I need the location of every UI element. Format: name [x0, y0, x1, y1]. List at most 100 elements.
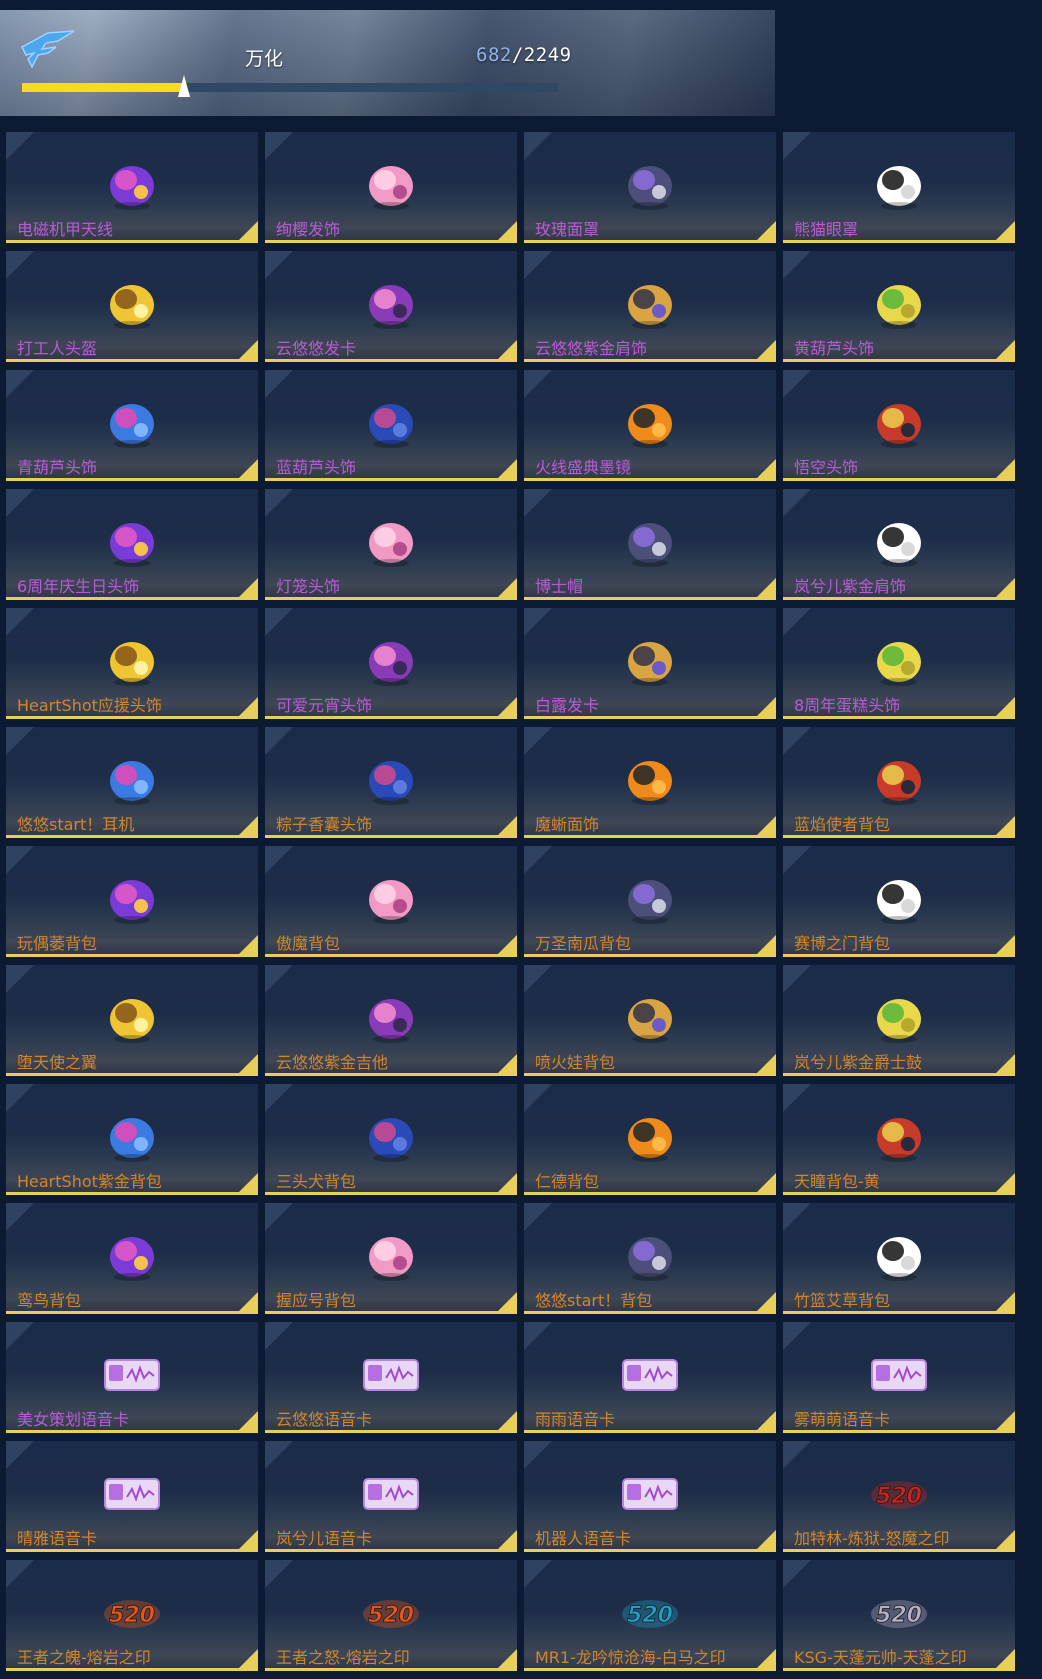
item-card[interactable]: 520 加特林-炼狱-怒魔之印: [783, 1441, 1015, 1552]
item-card[interactable]: 岚兮儿紫金肩饰: [783, 489, 1015, 600]
item-card[interactable]: 520 MR1-龙吟惊沧海-白马之印: [524, 1560, 776, 1671]
item-card[interactable]: 博士帽: [524, 489, 776, 600]
card-bottom-stripe: [265, 478, 517, 481]
item-card[interactable]: 8周年蛋糕头饰: [783, 608, 1015, 719]
item-card[interactable]: 喷火娃背包: [524, 965, 776, 1076]
item-label: 绚樱发饰: [276, 220, 341, 239]
card-bottom-stripe: [783, 359, 1015, 362]
card-bottom-stripe: [6, 597, 258, 600]
item-card[interactable]: 熊猫眼罩: [783, 132, 1015, 243]
item-card[interactable]: 蓝葫芦头饰: [265, 370, 517, 481]
item-card[interactable]: 岚兮儿紫金爵士鼓: [783, 965, 1015, 1076]
card-corner-accent: [236, 697, 258, 719]
item-card[interactable]: 绚樱发饰: [265, 132, 517, 243]
item-card[interactable]: 灯笼头饰: [265, 489, 517, 600]
item-card[interactable]: 岚兮儿语音卡: [265, 1441, 517, 1552]
item-card[interactable]: HeartShot应援头饰: [6, 608, 258, 719]
item-card[interactable]: 火线盛典墨镜: [524, 370, 776, 481]
item-card[interactable]: HeartShot紫金背包: [6, 1084, 258, 1195]
svg-text:520: 520: [109, 1603, 155, 1628]
card-bottom-stripe: [524, 716, 776, 719]
item-card[interactable]: 玫瑰面罩: [524, 132, 776, 243]
card-bottom-stripe: [6, 1668, 258, 1671]
item-card[interactable]: 520 王者之怒-熔岩之印: [265, 1560, 517, 1671]
item-card[interactable]: 可爱元宵头饰: [265, 608, 517, 719]
card-corner-accent: [495, 1054, 517, 1076]
item-label: 8周年蛋糕头饰: [794, 696, 901, 715]
item-card[interactable]: 云悠悠语音卡: [265, 1322, 517, 1433]
item-card[interactable]: 机器人语音卡: [524, 1441, 776, 1552]
item-card[interactable]: 美女策划语音卡: [6, 1322, 258, 1433]
item-card[interactable]: 仁德背包: [524, 1084, 776, 1195]
item-card[interactable]: 云悠悠发卡: [265, 251, 517, 362]
item-card[interactable]: 握应号背包: [265, 1203, 517, 1314]
card-bottom-stripe: [265, 597, 517, 600]
item-card[interactable]: 悟空头饰: [783, 370, 1015, 481]
card-bottom-stripe: [6, 359, 258, 362]
card-corner-accent: [754, 1530, 776, 1552]
item-card[interactable]: 雾萌萌语音卡: [783, 1322, 1015, 1433]
card-corner-accent: [993, 221, 1015, 243]
item-label: 云悠悠发卡: [276, 339, 357, 358]
item-card[interactable]: 电磁机甲天线: [6, 132, 258, 243]
item-card[interactable]: 云悠悠紫金吉他: [265, 965, 517, 1076]
card-corner-accent: [236, 221, 258, 243]
item-label: 雨雨语音卡: [535, 1410, 616, 1429]
card-corner-accent: [993, 1292, 1015, 1314]
card-bottom-stripe: [265, 716, 517, 719]
card-corner-accent: [495, 340, 517, 362]
item-label: 悟空头饰: [794, 458, 859, 477]
voice-card-icon: [871, 1359, 927, 1391]
item-card[interactable]: 竹篮艾草背包: [783, 1203, 1015, 1314]
guitar-icon: [369, 999, 413, 1043]
item-card[interactable]: 万圣南瓜背包: [524, 846, 776, 957]
card-corner-accent: [495, 1173, 517, 1195]
item-card[interactable]: 晴雅语音卡: [6, 1441, 258, 1552]
card-bottom-stripe: [6, 716, 258, 719]
item-card[interactable]: 520 王者之魄-熔岩之印: [6, 1560, 258, 1671]
item-label: 机器人语音卡: [535, 1529, 632, 1548]
gourd-icon: [877, 285, 921, 329]
item-card[interactable]: 悠悠start！耳机: [6, 727, 258, 838]
crossfire-logo-icon: [21, 30, 75, 69]
card-corner-accent: [236, 1292, 258, 1314]
item-card[interactable]: 白露发卡: [524, 608, 776, 719]
item-label: 云悠悠紫金吉他: [276, 1053, 389, 1072]
item-card[interactable]: 悠悠start！背包: [524, 1203, 776, 1314]
monkey-king-headband-icon: [877, 404, 921, 448]
item-card[interactable]: 蓝焰使者背包: [783, 727, 1015, 838]
item-card[interactable]: 青葫芦头饰: [6, 370, 258, 481]
card-corner-accent: [754, 578, 776, 600]
item-label: 云悠悠紫金肩饰: [535, 339, 648, 358]
item-card[interactable]: 雨雨语音卡: [524, 1322, 776, 1433]
item-card[interactable]: 天瞳背包-黄: [783, 1084, 1015, 1195]
card-corner-accent: [993, 1054, 1015, 1076]
item-card[interactable]: 三头犬背包: [265, 1084, 517, 1195]
item-label: 蓝焰使者背包: [794, 815, 891, 834]
item-card[interactable]: 6周年庆生日头饰: [6, 489, 258, 600]
item-card[interactable]: 520 KSG-天蓬元帅-天蓬之印: [783, 1560, 1015, 1671]
ginkgo-hairpin-icon: [628, 642, 672, 686]
svg-text:520: 520: [876, 1484, 922, 1509]
rice-ball-icon: [369, 642, 413, 686]
cerberus-icon: [369, 1118, 413, 1162]
card-bottom-stripe: [524, 1073, 776, 1076]
item-card[interactable]: 云悠悠紫金肩饰: [524, 251, 776, 362]
item-card[interactable]: 魔蜥面饰: [524, 727, 776, 838]
account-name: 万化: [245, 48, 284, 70]
item-card[interactable]: 粽子香囊头饰: [265, 727, 517, 838]
item-label: 黄葫芦头饰: [794, 339, 875, 358]
item-card[interactable]: 打工人头盔: [6, 251, 258, 362]
item-label: 雾萌萌语音卡: [794, 1410, 891, 1429]
card-bottom-stripe: [783, 1430, 1015, 1433]
item-card[interactable]: 傲魔背包: [265, 846, 517, 957]
item-card[interactable]: 赛博之门背包: [783, 846, 1015, 957]
item-card[interactable]: 堕天使之翼: [6, 965, 258, 1076]
item-card[interactable]: 鸾鸟背包: [6, 1203, 258, 1314]
cherry-blossom-icon: [369, 166, 413, 210]
graduation-cap-icon: [628, 523, 672, 567]
svg-text:520: 520: [368, 1603, 414, 1628]
card-bottom-stripe: [783, 597, 1015, 600]
item-card[interactable]: 玩偶萎背包: [6, 846, 258, 957]
item-card[interactable]: 黄葫芦头饰: [783, 251, 1015, 362]
